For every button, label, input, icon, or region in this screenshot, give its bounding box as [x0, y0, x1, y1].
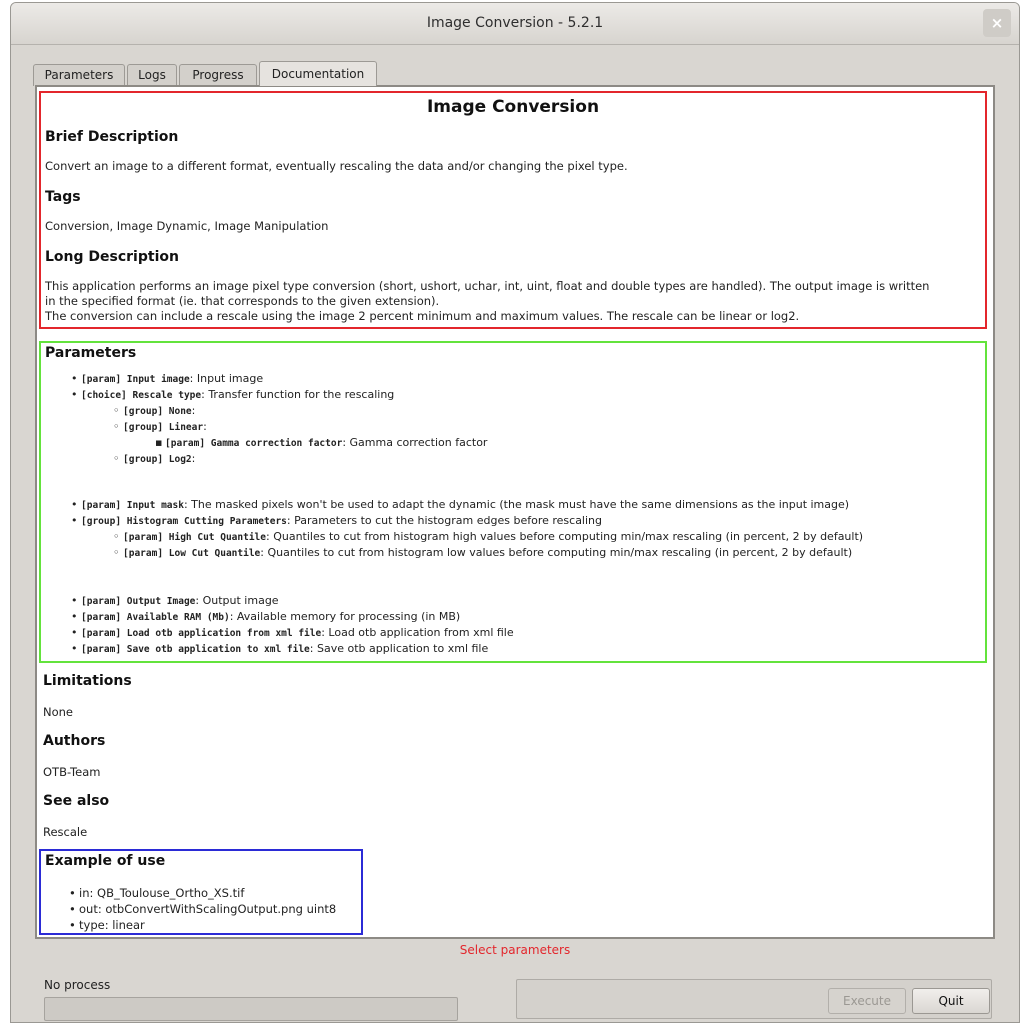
status-message: Select parameters: [459, 943, 571, 957]
title-bar[interactable]: Image Conversion - 5.2.1 ×: [11, 3, 1019, 45]
app-window: Image Conversion - 5.2.1 × Parameters Lo…: [10, 2, 1020, 1023]
list-item: • [param] Save otb application to xml fil…: [71, 642, 489, 655]
limitations-text: None: [43, 705, 74, 719]
list-item: • [param] Input mask: The masked pixels w…: [71, 498, 850, 511]
tab-logs[interactable]: Logs: [127, 64, 177, 86]
documentation-content: Image Conversion Brief Description Conve…: [37, 87, 993, 937]
long-text-line: This application performs an image pixel…: [45, 279, 930, 293]
parameters-section: Parameters • [param] Input image: Input i…: [39, 341, 987, 663]
long-heading: Long Description: [45, 249, 179, 265]
process-label: No process: [44, 978, 111, 992]
list-item: • [group] Histogram Cutting Parameters: P…: [71, 514, 603, 527]
list-item: ◦ [param] Low Cut Quantile: Quantiles to …: [113, 546, 853, 559]
button-panel: Execute Quit: [516, 979, 992, 1019]
tags-text: Conversion, Image Dynamic, Image Manipul…: [45, 219, 329, 233]
seealso-text: Rescale: [43, 825, 88, 839]
example-section: Example of use • in: QB_Toulouse_Ortho_XS…: [39, 849, 363, 935]
list-item: • [param] Available RAM (Mb): Available m…: [71, 610, 461, 623]
execute-button[interactable]: Execute: [828, 988, 906, 1014]
tab-parameters[interactable]: Parameters: [33, 64, 125, 86]
brief-text: Convert an image to a different format, …: [45, 159, 628, 173]
progress-bar: [44, 997, 458, 1021]
documentation-panel[interactable]: Image Conversion Brief Description Conve…: [35, 85, 995, 939]
doc-title: Image Conversion: [426, 97, 600, 117]
long-text-line: in the specified format (ie. that corres…: [45, 294, 440, 308]
list-item: ◦ [group] None:: [113, 404, 196, 417]
description-section: Image Conversion Brief Description Conve…: [39, 91, 987, 329]
quit-button[interactable]: Quit: [912, 988, 990, 1014]
list-item: • [param] Load otb application from xml f…: [71, 626, 514, 639]
limitations-heading: Limitations: [43, 673, 132, 689]
long-text-line: The conversion can include a rescale usi…: [45, 309, 800, 323]
list-item: • [choice] Rescale type: Transfer functio…: [71, 388, 395, 401]
list-item: ◦ [group] Linear:: [113, 420, 207, 433]
list-item: • type: linear: [69, 918, 145, 932]
authors-heading: Authors: [43, 733, 106, 749]
params-heading: Parameters: [45, 345, 137, 361]
tab-progress[interactable]: Progress: [179, 64, 257, 86]
example-heading: Example of use: [45, 853, 166, 869]
list-item: • [param] Input image: Input image: [71, 372, 264, 385]
seealso-heading: See also: [43, 793, 110, 809]
tags-heading: Tags: [45, 189, 81, 205]
window-title: Image Conversion - 5.2.1: [426, 15, 604, 31]
list-item: • in: QB_Toulouse_Ortho_XS.tif: [69, 886, 245, 900]
list-item: • [param] Output Image: Output image: [71, 594, 279, 607]
brief-heading: Brief Description: [45, 129, 179, 145]
list-item: ◦ [param] High Cut Quantile: Quantiles to…: [113, 530, 864, 543]
list-item: • out: otbConvertWithScalingOutput.png ui…: [69, 902, 337, 916]
authors-text: OTB-Team: [43, 765, 101, 779]
list-item: ▪ [param] Gamma correction factor: Gamma …: [155, 436, 488, 449]
list-item: ◦ [group] Log2:: [113, 452, 196, 465]
tab-documentation[interactable]: Documentation: [259, 61, 377, 86]
close-icon[interactable]: ×: [983, 9, 1011, 37]
